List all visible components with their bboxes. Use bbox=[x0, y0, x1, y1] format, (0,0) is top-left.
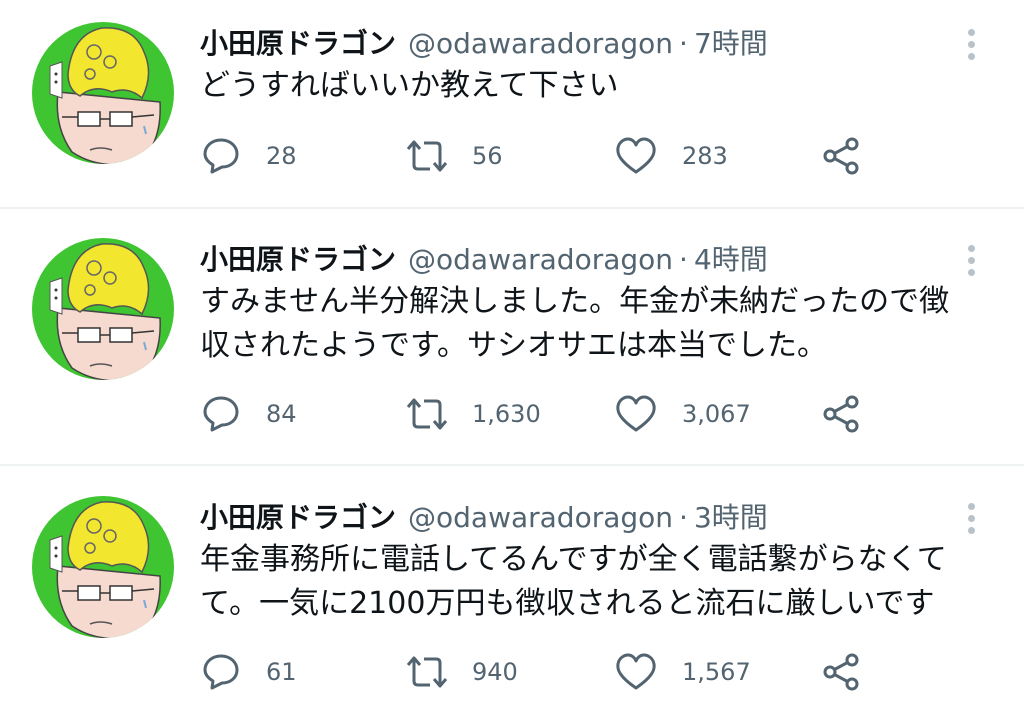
retweet-count: 1,630 bbox=[472, 400, 541, 428]
timestamp[interactable]: 4時間 bbox=[694, 236, 768, 284]
avatar[interactable] bbox=[32, 496, 174, 638]
like-button[interactable]: 3,067 bbox=[614, 390, 751, 438]
more-options-button[interactable] bbox=[956, 494, 986, 542]
separator: · bbox=[679, 27, 688, 60]
tweet-header: 小田原ドラゴン @odawaradoragon · 4時間 bbox=[200, 236, 768, 284]
tweet-text: どうすればいいか教えて下さい bbox=[200, 64, 980, 108]
share-button[interactable] bbox=[820, 648, 862, 696]
reply-button[interactable]: 28 bbox=[200, 132, 297, 180]
user-handle[interactable]: @odawaradoragon bbox=[408, 236, 673, 284]
tweet-text: すみません半分解決しました。年金が未納だったので徴 収されたようです。サシオサエ… bbox=[200, 280, 980, 368]
reply-count: 61 bbox=[266, 658, 297, 686]
reply-count: 28 bbox=[266, 142, 297, 170]
avatar-cartoon-icon bbox=[32, 496, 174, 638]
tweet[interactable]: 小田原ドラゴン @odawaradoragon · 3時間 年金事務所に電話して… bbox=[0, 494, 1024, 704]
more-options-button[interactable] bbox=[956, 236, 986, 284]
user-handle[interactable]: @odawaradoragon bbox=[408, 20, 673, 68]
tweet-text: 年金事務所に電話してるんですが全く電話繋がらなくて て。一気に2100万円も徴収… bbox=[200, 538, 980, 626]
retweet-icon bbox=[406, 140, 448, 172]
more-vertical-icon bbox=[967, 28, 975, 36]
heart-icon bbox=[616, 137, 656, 174]
tweet-text-line: て。一気に2100万円も徴収されると流石に厳しいです bbox=[200, 586, 935, 621]
reply-button[interactable]: 84 bbox=[200, 390, 297, 438]
like-count: 283 bbox=[682, 142, 728, 170]
timestamp[interactable]: 3時間 bbox=[694, 494, 768, 542]
tweet-text-line: 収されたようです。サシオサエは本当でした。 bbox=[200, 328, 827, 363]
divider bbox=[0, 464, 1024, 466]
like-button[interactable]: 283 bbox=[614, 132, 728, 180]
share-button[interactable] bbox=[820, 132, 862, 180]
display-name[interactable]: 小田原ドラゴン bbox=[200, 494, 396, 542]
share-icon bbox=[823, 137, 859, 175]
retweet-count: 940 bbox=[472, 658, 518, 686]
tweet-feed: 小田原ドラゴン @odawaradoragon · 7時間 どうすればいいか教え… bbox=[0, 0, 1024, 712]
more-options-button[interactable] bbox=[956, 20, 986, 68]
retweet-icon bbox=[406, 398, 448, 430]
heart-icon bbox=[616, 395, 656, 432]
action-bar: 84 1,630 3,067 bbox=[200, 390, 900, 438]
retweet-button[interactable]: 940 bbox=[404, 648, 518, 696]
separator: · bbox=[679, 501, 688, 534]
share-button[interactable] bbox=[820, 390, 862, 438]
like-count: 1,567 bbox=[682, 658, 751, 686]
tweet-text-line: どうすればいいか教えて下さい bbox=[200, 68, 619, 103]
action-bar: 28 56 283 bbox=[200, 132, 900, 180]
heart-icon bbox=[616, 653, 656, 690]
retweet-button[interactable]: 1,630 bbox=[404, 390, 541, 438]
tweet[interactable]: 小田原ドラゴン @odawaradoragon · 7時間 どうすればいいか教え… bbox=[0, 20, 1024, 210]
share-icon bbox=[823, 653, 859, 691]
tweet-text-line: すみません半分解決しました。年金が未納だったので徴 bbox=[200, 284, 950, 319]
retweet-button[interactable]: 56 bbox=[404, 132, 503, 180]
avatar-cartoon-icon bbox=[32, 238, 174, 380]
avatar-cartoon-icon bbox=[32, 22, 174, 164]
user-handle[interactable]: @odawaradoragon bbox=[408, 494, 673, 542]
tweet-text-line: 年金事務所に電話してるんですが全く電話繋がらなくて bbox=[200, 542, 947, 577]
retweet-count: 56 bbox=[472, 142, 503, 170]
reply-count: 84 bbox=[266, 400, 297, 428]
display-name[interactable]: 小田原ドラゴン bbox=[200, 20, 396, 68]
avatar[interactable] bbox=[32, 22, 174, 164]
reply-icon bbox=[203, 654, 239, 690]
like-count: 3,067 bbox=[682, 400, 751, 428]
tweet-header: 小田原ドラゴン @odawaradoragon · 3時間 bbox=[200, 494, 768, 542]
reply-icon bbox=[203, 396, 239, 432]
separator: · bbox=[679, 243, 688, 276]
more-vertical-icon bbox=[967, 244, 975, 252]
timestamp[interactable]: 7時間 bbox=[694, 20, 768, 68]
more-vertical-icon bbox=[967, 502, 975, 510]
display-name[interactable]: 小田原ドラゴン bbox=[200, 236, 396, 284]
like-button[interactable]: 1,567 bbox=[614, 648, 751, 696]
tweet-header: 小田原ドラゴン @odawaradoragon · 7時間 bbox=[200, 20, 768, 68]
retweet-icon bbox=[406, 656, 448, 688]
tweet[interactable]: 小田原ドラゴン @odawaradoragon · 4時間 すみません半分解決し… bbox=[0, 236, 1024, 456]
avatar[interactable] bbox=[32, 238, 174, 380]
action-bar: 61 940 1,567 bbox=[200, 648, 900, 696]
reply-button[interactable]: 61 bbox=[200, 648, 297, 696]
reply-icon bbox=[203, 138, 239, 174]
share-icon bbox=[823, 395, 859, 433]
divider bbox=[0, 207, 1024, 209]
